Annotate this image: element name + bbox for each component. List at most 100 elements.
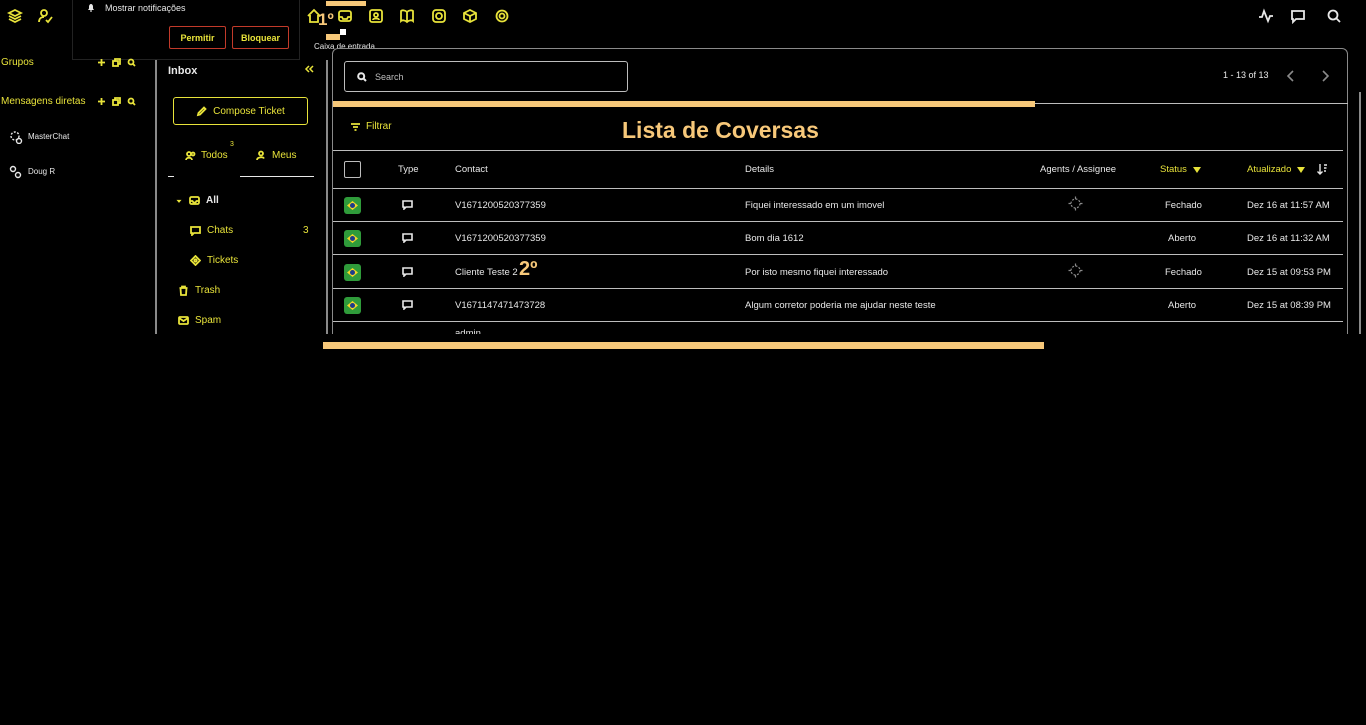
whatsapp-icon[interactable] <box>431 8 447 24</box>
chevron-right-icon[interactable] <box>1320 70 1330 82</box>
layers-icon[interactable] <box>7 8 23 24</box>
inbox-icon <box>189 195 200 206</box>
details-cell: Algum corretor poderia me ajudar neste t… <box>745 300 936 311</box>
add-icon[interactable] <box>97 58 106 67</box>
activity-icon[interactable] <box>1258 8 1274 24</box>
folder-label: Tickets <box>207 255 239 266</box>
column-updated[interactable]: Atualizado <box>1247 164 1306 175</box>
trash-icon <box>178 285 189 296</box>
collapse-icon[interactable] <box>304 64 314 74</box>
search-icon[interactable] <box>127 58 136 67</box>
select-all-checkbox[interactable] <box>344 161 361 178</box>
column-label: Status <box>1160 164 1187 175</box>
notification-permission-popup: Mostrar notificações Permitir Bloquear <box>72 0 300 60</box>
chat-icon <box>190 225 201 236</box>
group-icon <box>185 150 196 161</box>
highlight-bar <box>323 342 1044 349</box>
highlight-bar <box>326 34 340 40</box>
folder-label: Chats <box>207 225 234 236</box>
column-type: Type <box>398 164 419 175</box>
tab-label: Todos <box>201 150 228 161</box>
annotation-title: Lista de Coversas <box>622 117 819 143</box>
chevron-left-icon[interactable] <box>1286 70 1296 82</box>
groups-label: Grupos <box>1 57 34 68</box>
status-cell: Fechado <box>1165 200 1202 211</box>
cube-icon[interactable] <box>462 8 478 24</box>
highlight-bar <box>326 1 366 6</box>
dm-item-doug[interactable]: Doug R <box>8 164 55 179</box>
column-label: Atualizado <box>1247 164 1292 175</box>
updated-cell: Dez 16 at 11:32 AM <box>1247 233 1330 244</box>
highlight-bar <box>340 29 346 35</box>
folder-chats[interactable]: Chats <box>190 225 233 236</box>
contact-cell: V1671200520377359 <box>455 200 546 211</box>
chat-icon <box>402 199 413 210</box>
allow-button[interactable]: Permitir <box>169 26 226 49</box>
pencil-icon <box>196 105 207 117</box>
tab-todos[interactable]: Todos <box>185 150 228 161</box>
user-icon <box>256 150 267 161</box>
folder-all[interactable]: All <box>175 195 219 206</box>
caret-down-icon <box>1297 166 1306 173</box>
scrollbar[interactable] <box>1359 92 1361 334</box>
details-cell: Fiquei interessado em um imovel <box>745 200 885 211</box>
table-row[interactable]: V1671147471473728 Algum corretor poderia… <box>333 289 1343 322</box>
search-icon <box>357 71 367 82</box>
agent-avatar-icon <box>1068 196 1083 211</box>
user-status-icon[interactable] <box>37 8 53 24</box>
block-button[interactable]: Bloquear <box>232 26 289 49</box>
chat-icon[interactable] <box>1290 8 1306 24</box>
sort-icon[interactable] <box>1316 163 1328 175</box>
table-row-partial[interactable]: admin <box>333 323 1343 334</box>
copy-icon[interactable] <box>112 58 121 67</box>
chat-icon <box>402 232 413 243</box>
chat-icon <box>402 299 413 310</box>
folder-label: Trash <box>195 285 221 296</box>
settings-icon[interactable] <box>494 8 510 24</box>
filter-icon <box>350 121 361 132</box>
user-avatar-icon <box>8 164 23 179</box>
details-cell: Bom dia 1612 <box>745 233 804 244</box>
spam-icon <box>178 315 189 326</box>
direct-messages-label: Mensagens diretas <box>1 96 86 107</box>
inbox-icon[interactable] <box>337 8 353 24</box>
column-status[interactable]: Status <box>1160 164 1201 175</box>
pagination-text: 1 - 13 of 13 <box>1223 70 1269 80</box>
blank-area <box>0 334 1366 725</box>
chats-count: 3 <box>303 225 309 236</box>
filter-label: Filtrar <box>366 121 392 132</box>
compose-label: Compose Ticket <box>213 105 285 117</box>
folder-spam[interactable]: Spam <box>178 315 221 326</box>
folder-label: Spam <box>195 315 222 326</box>
table-row[interactable]: Cliente Teste 2 2º Por isto mesmo fiquei… <box>333 256 1343 289</box>
ticket-icon <box>190 255 201 266</box>
folder-trash[interactable]: Trash <box>178 285 220 296</box>
search-input[interactable]: Search <box>344 61 628 92</box>
search-icon[interactable] <box>127 97 136 106</box>
tab-underline <box>240 176 314 177</box>
book-icon[interactable] <box>399 8 415 24</box>
updated-cell: Dez 16 at 11:57 AM <box>1247 200 1330 211</box>
table-row[interactable]: V1671200520377359 Bom dia 1612 Aberto De… <box>333 222 1343 255</box>
filter-button[interactable]: Filtrar <box>350 121 392 132</box>
search-icon[interactable] <box>1326 8 1342 24</box>
bot-avatar-icon <box>8 129 23 144</box>
notification-title: Mostrar notificações <box>105 3 186 13</box>
add-icon[interactable] <box>97 97 106 106</box>
highlight-bar <box>333 101 1035 107</box>
dm-name: Doug R <box>28 167 56 176</box>
folder-tickets[interactable]: Tickets <box>190 255 238 266</box>
tab-meus[interactable]: Meus <box>256 150 296 161</box>
copy-icon[interactable] <box>112 97 121 106</box>
tab-label: Meus <box>272 150 297 161</box>
status-cell: Aberto <box>1168 300 1196 311</box>
bell-icon <box>87 3 95 12</box>
tab-underline <box>168 176 174 177</box>
table-row[interactable]: V1671200520377359 Fiquei interessado em … <box>333 189 1343 222</box>
compose-ticket-button[interactable]: Compose Ticket <box>173 97 308 125</box>
contacts-icon[interactable] <box>368 8 384 24</box>
updated-cell: Dez 15 at 08:39 PM <box>1247 300 1331 311</box>
contact-cell: V1671147471473728 <box>455 300 546 311</box>
updated-cell: Dez 15 at 09:53 PM <box>1247 267 1331 278</box>
dm-item-masterchat[interactable]: MasterChat <box>8 129 69 144</box>
